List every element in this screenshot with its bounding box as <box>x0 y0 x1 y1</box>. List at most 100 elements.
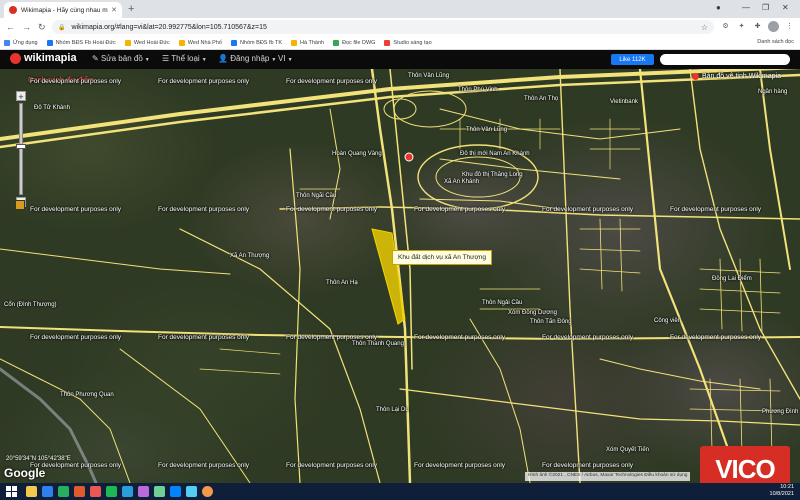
profile-icon[interactable]: ● <box>716 1 721 15</box>
browser-tab[interactable]: Wikimapia - Hãy cùng nhau mô tả thế g...… <box>4 2 122 18</box>
place-popup[interactable]: Khu đất dịch vụ xã An Thượng <box>392 250 492 265</box>
satellite-map[interactable]: Danh sách địa điểm Bản đồ vệ tinh Wikima… <box>0 69 800 483</box>
chrome-icon[interactable] <box>202 486 213 497</box>
avatar[interactable] <box>768 21 779 32</box>
place-label[interactable]: Thôn Vân Lũng <box>408 73 449 79</box>
place-label[interactable]: Đô Tử Khánh <box>34 105 70 111</box>
bookmark-item[interactable]: Nhóm BĐS fb TK <box>230 39 282 46</box>
excel-icon[interactable] <box>58 486 69 497</box>
dev-watermark: For development purposes only <box>158 334 250 341</box>
spotify-icon[interactable] <box>106 486 117 497</box>
layers-icon[interactable] <box>15 200 25 210</box>
zoom-slider[interactable] <box>16 103 26 195</box>
place-label[interactable]: Thôn An Hạ <box>326 280 358 286</box>
place-label[interactable]: Thôn Phương Quan <box>60 392 114 398</box>
place-label[interactable]: Vietinbank <box>610 99 638 105</box>
place-label[interactable]: Ngân hàng <box>758 89 787 95</box>
map-attribution[interactable]: Hình ảnh ©2021 , CNES / Airbus, Maxar Te… <box>525 472 691 481</box>
bookmark-item[interactable]: Nhóm BĐS Fb Hoài Đức <box>46 39 116 46</box>
wikimapia-logo-icon <box>692 73 699 80</box>
place-label[interactable]: Thôn Vân Lũng <box>466 127 507 133</box>
app-icon[interactable] <box>138 486 149 497</box>
bookmark-item[interactable]: Wed Hoài Đức <box>124 39 170 46</box>
place-label[interactable]: Công viên <box>654 318 681 324</box>
other-bookmarks[interactable]: Danh sách đọc <box>757 39 794 45</box>
place-label[interactable]: Thôn Phú Vinh <box>458 87 498 93</box>
browser-tab-bar: Wikimapia - Hãy cùng nhau mô tả thế g...… <box>0 0 800 18</box>
place-label[interactable]: Cổn (Đình Thượng) <box>4 302 57 308</box>
dev-watermark: For development purposes only <box>286 334 378 341</box>
file-explorer-icon[interactable] <box>26 486 37 497</box>
place-label[interactable]: Thôn Thanh Quang <box>352 341 404 347</box>
word-icon[interactable] <box>42 486 53 497</box>
extension-icon[interactable]: ✦ <box>736 21 747 32</box>
wikimapia-logo[interactable]: wikimapia <box>10 52 77 64</box>
place-label[interactable]: Xã An Thượng <box>230 253 269 259</box>
app-icon[interactable] <box>154 486 165 497</box>
place-label[interactable]: Thôn Ngãi Cầu <box>296 193 336 199</box>
place-label[interactable]: Thôn An Thọ <box>524 96 558 102</box>
extensions-puzzle-icon[interactable]: ✚ <box>752 21 763 32</box>
dev-watermark: For development purposes only <box>414 334 506 341</box>
dev-watermark: For development purposes only <box>158 206 250 213</box>
place-label[interactable]: Xóm Đồng Dương <box>508 310 557 316</box>
dev-watermark: For development purposes only <box>30 206 122 213</box>
bookmark-item[interactable]: Ứng dụng <box>4 39 38 46</box>
edit-map-menu[interactable]: ✎ Sửa bản đồ ▼ <box>92 54 150 63</box>
close-window-icon[interactable]: ✕ <box>782 1 789 15</box>
url-input[interactable]: 🔒 wikimapia.org/#lang=vi&lat=20.992775&l… <box>52 20 714 34</box>
powerpoint-icon[interactable] <box>74 486 85 497</box>
bookmark-item[interactable]: Studio sáng tạo <box>384 39 432 46</box>
maximize-icon[interactable]: ❐ <box>762 1 769 15</box>
search-input[interactable] <box>660 54 790 65</box>
bookmark-icon <box>333 39 340 46</box>
forward-icon[interactable]: → <box>22 20 31 34</box>
road-overlay <box>0 69 800 483</box>
back-icon[interactable]: ← <box>6 20 15 34</box>
dev-watermark: For development purposes only <box>414 206 506 213</box>
extension-icon[interactable]: ⚙ <box>720 21 731 32</box>
bookmark-icon <box>291 39 298 46</box>
place-label[interactable]: Thôn Lại Du <box>376 407 409 413</box>
app-icon[interactable] <box>90 486 101 497</box>
bookmark-icon <box>384 39 391 46</box>
bookmarks-bar: Ứng dụng Nhóm BĐS Fb Hoài Đức Wed Hoài Đức… <box>0 36 800 50</box>
bookmark-item[interactable]: Hà Thành <box>291 39 324 46</box>
dev-watermark: For development purposes only <box>542 334 634 341</box>
categories-menu[interactable]: ☰ Thể loại ▼ <box>162 54 207 63</box>
bookmark-star-icon[interactable]: ☆ <box>701 23 708 32</box>
user-icon: 👤 <box>218 54 228 63</box>
login-menu[interactable]: 👤 Đăng nhập ▼ <box>218 54 276 63</box>
chevron-down-icon: ▼ <box>271 57 277 63</box>
place-label[interactable]: Hoàn Quang Vàng <box>332 151 382 157</box>
minimize-icon[interactable]: — <box>742 1 750 15</box>
bookmark-item[interactable]: Đọc file DWG <box>333 39 375 46</box>
app-icon[interactable] <box>186 486 197 497</box>
dev-watermark: For development purposes only <box>414 462 506 469</box>
facebook-like-button[interactable]: Like 112K <box>611 54 654 65</box>
reload-icon[interactable]: ↻ <box>38 20 46 34</box>
satellite-map-link[interactable]: Bản đồ vệ tinh Wikimapia <box>692 73 781 80</box>
place-label[interactable]: Đô thị mới Nam An Khánh <box>460 151 530 157</box>
system-clock[interactable]: 10:21 10/8/2021 <box>770 484 794 498</box>
place-label[interactable]: Phương Đình <box>762 409 798 415</box>
wikimapia-toolbar: wikimapia ✎ Sửa bản đồ ▼ ☰ Thể loại ▼ 👤 Đă… <box>0 50 800 69</box>
zoom-slider-handle[interactable] <box>16 144 26 149</box>
place-label[interactable]: Xã An Khánh <box>444 179 479 185</box>
new-tab-icon[interactable]: + <box>128 2 134 16</box>
windows-start-icon[interactable] <box>6 486 17 497</box>
bookmark-icon <box>124 39 131 46</box>
place-label[interactable]: Thôn Ngải Cầu <box>482 300 522 306</box>
place-label[interactable]: Đồng Lai Điểm <box>712 276 752 282</box>
place-label[interactable]: Xóm Quyết Tiến <box>606 447 649 453</box>
app-icon[interactable] <box>122 486 133 497</box>
messenger-icon[interactable] <box>170 486 181 497</box>
place-label[interactable]: Thôn Tấn Đông <box>530 319 572 325</box>
chevron-down-icon: ▼ <box>287 57 293 63</box>
place-label[interactable]: Khu đô thị Thăng Long <box>462 172 523 178</box>
close-tab-icon[interactable]: ✕ <box>111 6 117 14</box>
menu-kebab-icon[interactable]: ⋮ <box>784 21 795 32</box>
zoom-in-button[interactable]: + <box>16 91 26 102</box>
language-menu[interactable]: VI ▼ <box>278 54 293 63</box>
bookmark-item[interactable]: Wed Nhà Phố <box>178 39 222 46</box>
